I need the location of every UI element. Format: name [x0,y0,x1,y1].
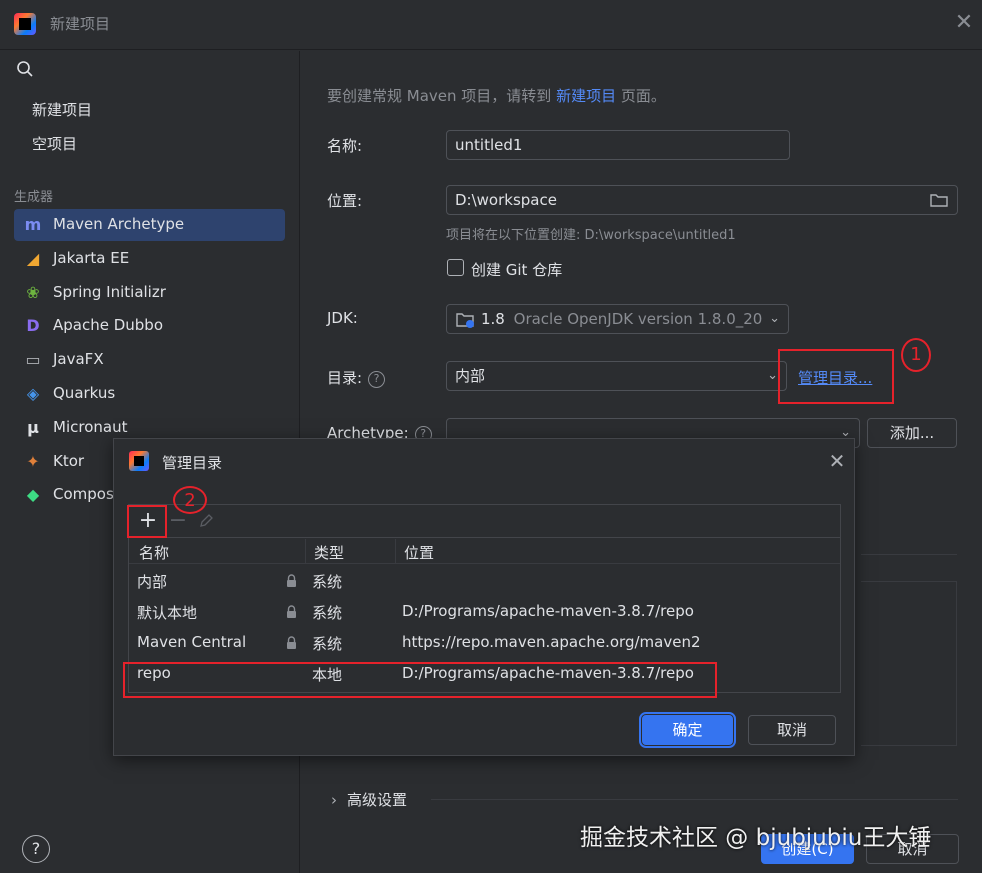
annotation-box-2 [127,505,167,538]
jdk-version: 1.8 [481,310,505,328]
generators-section-label: 生成器 [14,190,54,205]
catalog-label-text: 目录: [327,369,363,387]
generator-label: Compos [53,485,114,504]
column-separator [305,539,306,564]
add-archetype-button[interactable]: 添加... [867,418,957,448]
quarkus-icon: ◈ [26,384,40,403]
cell-location: D:/Programs/apache-maven-3.8.7/repo [402,602,694,620]
lock-icon [287,605,296,618]
generator-label: Apache Dubbo [53,316,164,335]
chevron-right-icon: › [331,791,337,809]
cell-name: Maven Central [137,633,247,651]
column-header-type[interactable]: 类型 [314,542,344,563]
column-header-name[interactable]: 名称 [139,542,169,563]
sidebar-item-generator[interactable]: ◢ Jakarta EE [14,243,285,275]
generator-label: Micronaut [53,417,128,436]
dialog-title: 管理目录 [162,454,223,472]
chevron-down-icon: ⌄ [767,368,778,383]
table-header: 名称 类型 位置 [129,539,840,564]
cell-location: https://repo.maven.apache.org/maven2 [402,633,701,651]
hint-text: 要创建常规 Maven 项目，请转到 [327,87,557,105]
generator-label: Spring Initializr [53,282,166,301]
cell-type: 系统 [312,604,343,622]
help-icon[interactable]: ? [368,371,386,388]
generator-label: Ktor [53,451,85,470]
maven-icon: m [24,215,42,234]
new-project-link[interactable]: 新建项目 [556,87,616,105]
spring-icon: ❀ [26,282,40,302]
micronaut-icon: μ [27,417,39,437]
sidebar-item-generator[interactable]: ❀ Spring Initializr [14,277,285,309]
sidebar-item-empty-project[interactable]: 空项目 [32,133,77,154]
jdk-detail: Oracle OpenJDK version 1.8.0_20 [513,310,763,328]
annotation-number-1: 1 [901,338,931,372]
close-icon[interactable]: ✕ [952,11,976,35]
annotation-box-repo [123,662,717,698]
generator-label: JavaFX [53,350,104,369]
folder-icon: ▭ [25,350,41,370]
table-row[interactable]: 默认本地 系统 D:/Programs/apache-maven-3.8.7/rep… [129,596,840,627]
intellij-logo-icon [129,451,149,471]
name-label: 名称: [327,137,363,155]
column-separator [395,539,396,564]
name-field[interactable]: untitled1 [446,130,790,160]
compose-icon: ◆ [26,485,40,505]
git-label: 创建 Git 仓库 [471,261,563,279]
table-row[interactable]: 内部 系统 [129,565,840,596]
folder-icon[interactable] [930,192,948,208]
maven-hint: 要创建常规 Maven 项目，请转到 新建项目 页面。 [327,85,666,106]
generator-label: Jakarta EE [53,248,130,267]
panel-behind-dialog [861,581,957,746]
watermark: 掘金技术社区 @ bjubjubiu王大锤 [580,825,932,851]
git-checkbox[interactable] [447,259,464,276]
lock-icon [287,636,296,649]
sidebar-item-new-project[interactable]: 新建项目 [32,99,92,120]
jdk-label: JDK: [327,309,358,327]
divider [431,799,958,800]
location-value: D:\workspace [455,191,557,209]
cell-type: 系统 [312,635,343,653]
location-field[interactable]: D:\workspace [446,185,958,215]
catalog-value: 内部 [455,367,486,385]
table-row[interactable]: Maven Central 系统 https://repo.maven.apache… [129,627,840,658]
annotation-box-1 [778,349,894,404]
title-bar: 新建项目 ✕ [0,0,982,50]
catalog-label: 目录:? [327,367,386,388]
sidebar-item-generator[interactable]: ◈ Quarkus [14,378,285,410]
cell-name: 默认本地 [137,604,198,622]
divider [861,554,957,555]
window-title: 新建项目 [50,15,111,33]
catalog-select[interactable]: 内部 ⌄ [446,361,787,391]
location-note: 项目将在以下位置创建: D:\workspace\untitled1 [446,228,736,243]
advanced-settings-toggle[interactable]: › 高级设置 [331,789,407,810]
table-toolbar: + − [129,505,840,538]
jdk-folder-icon [456,313,474,328]
sidebar-item-generator[interactable]: ▭ JavaFX [14,344,285,376]
cell-name: 内部 [137,573,168,591]
location-label: 位置: [327,192,363,210]
sidebar-item-generator[interactable]: D Apache Dubbo [14,310,285,342]
dialog-cancel-button[interactable]: 取消 [748,715,836,745]
sidebar-item-generator[interactable]: m Maven Archetype [14,209,285,241]
hint-suffix: 页面。 [616,87,666,105]
advanced-settings-label: 高级设置 [347,791,408,809]
close-icon[interactable]: ✕ [826,450,848,472]
search-icon[interactable] [16,60,34,78]
jakarta-icon: ◢ [26,248,40,268]
generator-label: Maven Archetype [53,215,185,233]
column-header-location[interactable]: 位置 [404,542,434,563]
chevron-down-icon: ⌄ [765,305,780,333]
ok-button[interactable]: 确定 [639,712,736,748]
ktor-icon: ✦ [26,451,40,471]
help-button[interactable]: ? [22,835,50,863]
cell-type: 系统 [312,573,343,591]
jdk-select[interactable]: 1.8 Oracle OpenJDK version 1.8.0_20 ⌄ [446,304,789,334]
dubbo-icon: D [26,316,40,336]
lock-icon [287,574,296,587]
annotation-number-2: 2 [173,486,207,514]
intellij-logo-icon [14,13,36,35]
generator-label: Quarkus [53,384,116,402]
manage-catalogs-dialog: 管理目录 ✕ + − 名称 类型 位置 内部 系统 默认本地 系统 D:/Program… [113,438,855,756]
